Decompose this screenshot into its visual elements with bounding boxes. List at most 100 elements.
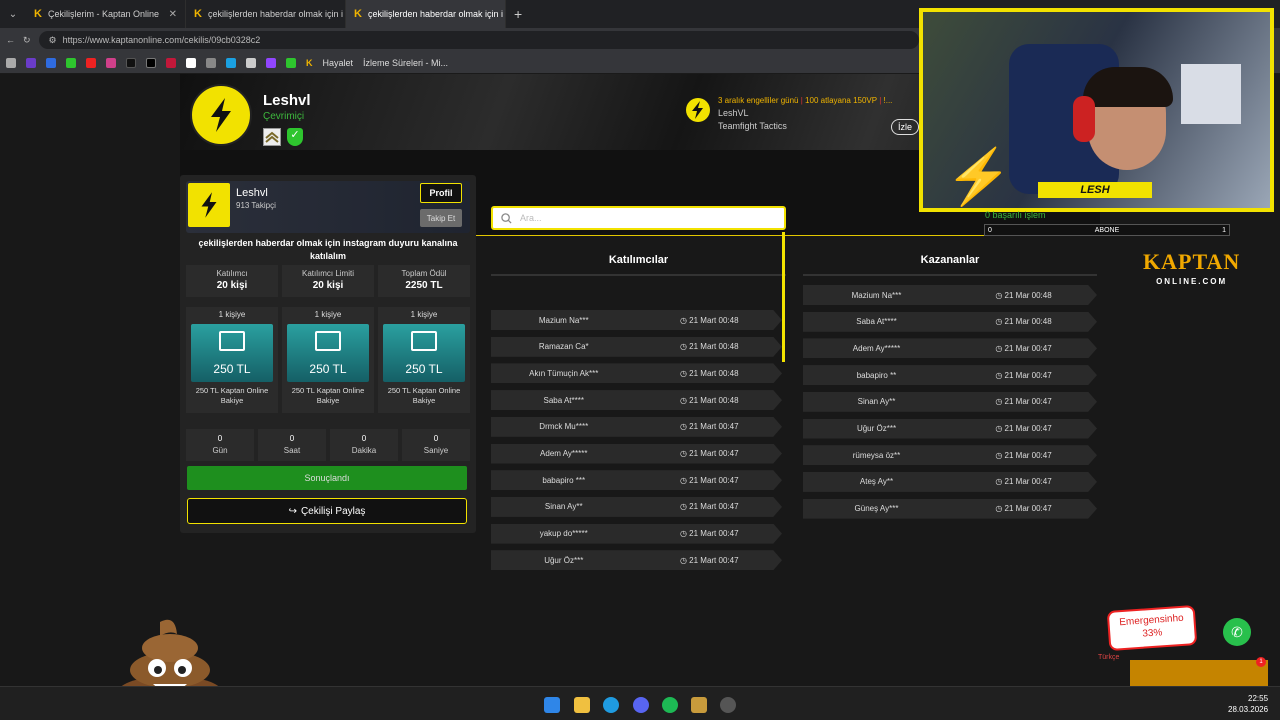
gift-icon bbox=[219, 331, 245, 351]
entry-time: ◷ 21 Mart 00:47 bbox=[679, 555, 739, 565]
profile-button[interactable]: Profil bbox=[420, 183, 462, 203]
profile-badges: ✓ bbox=[263, 128, 303, 146]
bookmark-icon[interactable] bbox=[6, 57, 16, 68]
share-label: Çekilişi Paylaş bbox=[300, 505, 366, 517]
watch-button[interactable]: İzle bbox=[891, 119, 920, 135]
eagle-poster bbox=[1181, 64, 1241, 124]
discord-icon[interactable] bbox=[633, 697, 649, 713]
share-icon: ↪ bbox=[288, 505, 297, 517]
follow-button[interactable]: Takip Et bbox=[420, 209, 462, 227]
entry-time: ◷ 21 Mart 00:48 bbox=[679, 395, 739, 405]
prize-item: 1 kişiye 250 TL 250 TL Kaptan Online Bak… bbox=[282, 307, 374, 413]
live-stream-title: 3 aralık engelliler günü | 100 atlayana … bbox=[718, 96, 893, 105]
clock-icon: ◷ bbox=[995, 504, 1005, 514]
result-button[interactable]: Sonuçlandı bbox=[187, 466, 467, 490]
subscriber-goal-bar: 0 ABONE 1 bbox=[984, 224, 1230, 236]
list-item: Uğur Öz*** ◷ 21 Mar 00:47 bbox=[803, 418, 1097, 439]
entry-time: ◷ 21 Mart 00:47 bbox=[679, 422, 739, 432]
windows-start-icon[interactable] bbox=[544, 697, 560, 713]
search-icon bbox=[501, 212, 512, 224]
back-icon[interactable]: ← bbox=[6, 35, 15, 45]
profile-name: Leshvl bbox=[263, 92, 311, 109]
file-explorer-icon[interactable] bbox=[574, 697, 590, 713]
bookmark-hayalet[interactable]: Hayalet bbox=[323, 58, 354, 68]
bookmark-icon[interactable] bbox=[166, 57, 176, 68]
kaptan-bookmark-icon[interactable]: K bbox=[306, 58, 313, 68]
participants-scrollbar[interactable] bbox=[782, 232, 785, 362]
entry-name: Adem Ay***** bbox=[540, 449, 588, 458]
logo-sub: ONLINE.COM bbox=[1156, 277, 1228, 286]
entry-name: Akın Tümuçin Ak*** bbox=[529, 368, 599, 378]
gift-card-image: 250 TL bbox=[383, 324, 465, 382]
card-avatar[interactable] bbox=[188, 183, 230, 227]
entry-name: Uğur Öz*** bbox=[544, 555, 584, 565]
participant-search-input[interactable]: Ara... bbox=[491, 206, 786, 230]
tiktok-icon[interactable] bbox=[126, 57, 136, 68]
settings-icon[interactable] bbox=[720, 697, 736, 713]
notification-badge: 1 bbox=[1256, 657, 1266, 667]
clock-icon: ◷ bbox=[995, 343, 1005, 353]
stat-total-prize: Toplam Ödül 2250 TL bbox=[378, 265, 470, 297]
bookmark-icon[interactable] bbox=[246, 57, 256, 68]
bookmark-icon[interactable] bbox=[186, 57, 196, 68]
streamer-tag: LESH bbox=[1038, 182, 1152, 198]
browser-tab-2[interactable]: K çekilişlerden haberdar olmak için i ✕ bbox=[186, 0, 346, 28]
bookmark-icon[interactable] bbox=[66, 57, 76, 68]
live-game: Teamfight Tactics bbox=[718, 121, 787, 131]
clock-icon: ◷ bbox=[679, 422, 690, 432]
bookmark-icon[interactable] bbox=[286, 57, 296, 68]
clock-icon: ◷ bbox=[995, 317, 1005, 327]
browser-tab-3[interactable]: K çekilişlerden haberdar olmak için i ✕ bbox=[346, 0, 506, 28]
overlay-panel bbox=[1130, 660, 1268, 686]
entry-time: ◷ 21 Mart 00:47 bbox=[679, 502, 739, 512]
x-icon[interactable] bbox=[146, 57, 156, 68]
entry-name: rümeysa öz** bbox=[852, 450, 901, 460]
list-item: Uğur Öz*** ◷ 21 Mart 00:47 bbox=[491, 550, 782, 571]
kaptan-logo[interactable]: KAPTAN ONLINE.COM bbox=[1143, 251, 1240, 292]
league-icon[interactable] bbox=[691, 697, 707, 713]
live-avatar[interactable] bbox=[686, 98, 710, 122]
edge-icon[interactable] bbox=[603, 697, 619, 713]
entry-name: babapiro *** bbox=[542, 475, 586, 485]
list-item: Adem Ay***** ◷ 21 Mar 00:47 bbox=[803, 338, 1097, 359]
close-icon[interactable]: ✕ bbox=[169, 9, 177, 20]
lightning-overlay-icon: ⚡ bbox=[945, 147, 1013, 207]
spotify-icon[interactable] bbox=[662, 697, 678, 713]
youtube-icon[interactable] bbox=[86, 57, 96, 68]
whatsapp-icon[interactable]: ✆ bbox=[1223, 618, 1251, 646]
gift-icon bbox=[411, 331, 437, 351]
list-item: Sinan Ay** ◷ 21 Mart 00:47 bbox=[491, 496, 782, 517]
site-info-icon[interactable]: ⚙ bbox=[49, 35, 57, 46]
clock-icon: ◷ bbox=[995, 477, 1005, 487]
entry-time: ◷ 21 Mar 00:47 bbox=[995, 397, 1052, 407]
clock-icon: ◷ bbox=[679, 475, 690, 485]
entry-time: ◷ 21 Mart 00:48 bbox=[679, 342, 739, 352]
reload-icon[interactable]: ↻ bbox=[23, 35, 31, 46]
new-tab-button[interactable]: + bbox=[514, 6, 522, 22]
bookmark-icon[interactable] bbox=[26, 57, 36, 68]
clock-icon: ◷ bbox=[679, 555, 690, 565]
list-item: babapiro ** ◷ 21 Mar 00:47 bbox=[803, 365, 1097, 386]
system-clock[interactable]: 22:55 28.03.2026 bbox=[1228, 693, 1268, 715]
entry-name: Saba At**** bbox=[543, 395, 584, 405]
twitch-icon[interactable] bbox=[266, 57, 276, 68]
profile-avatar[interactable] bbox=[190, 84, 252, 146]
bookmark-icon[interactable] bbox=[226, 57, 236, 68]
tab-label: Çekilişlerim - Kaptan Online bbox=[47, 9, 159, 19]
instagram-icon[interactable] bbox=[106, 57, 116, 68]
bookmark-icon[interactable] bbox=[46, 57, 56, 68]
bookmark-icon[interactable] bbox=[206, 57, 216, 68]
bookmark-izleme[interactable]: İzleme Süreleri - Mi... bbox=[363, 58, 448, 68]
stat-participants: Katılımcı 20 kişi bbox=[186, 265, 278, 297]
entry-time: ◷ 21 Mart 00:47 bbox=[679, 475, 739, 485]
language-label: Türkçe bbox=[1098, 654, 1120, 661]
browser-tab-1[interactable]: K Çekilişlerim - Kaptan Online ✕ bbox=[26, 0, 186, 28]
tab-search-icon[interactable]: ⌄ bbox=[0, 9, 26, 20]
entry-time: ◷ 21 Mart 00:48 bbox=[679, 368, 739, 378]
share-button[interactable]: ↪ Çekilişi Paylaş bbox=[187, 498, 467, 524]
entry-name: Drmck Mu**** bbox=[539, 422, 589, 432]
entry-time: ◷ 21 Mar 00:48 bbox=[995, 290, 1052, 300]
url-bar[interactable]: ⚙ https://www.kaptanonline.com/cekilis/0… bbox=[38, 31, 919, 49]
clock-icon: ◷ bbox=[995, 290, 1005, 300]
entry-time: ◷ 21 Mar 00:48 bbox=[995, 317, 1052, 327]
